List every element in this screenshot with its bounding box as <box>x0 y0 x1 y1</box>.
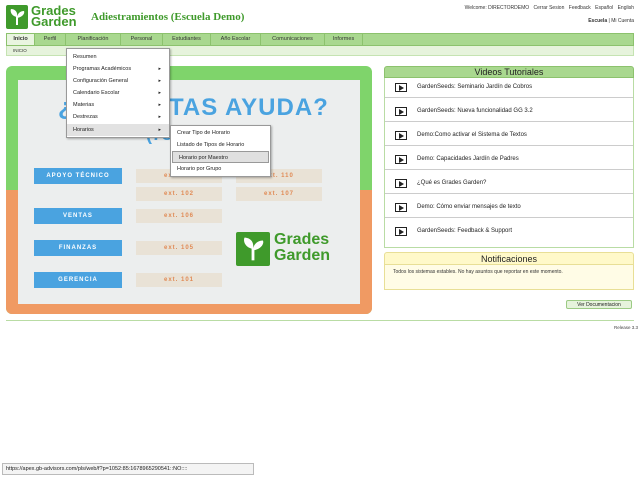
videos-list: GardenSeeds: Seminario Jardín de Cobros … <box>384 78 634 248</box>
video-label[interactable]: GardenSeeds: Feedback & Support <box>417 228 512 234</box>
video-item[interactable]: GardenSeeds: Nueva funcionalidad GG 3.2 <box>385 102 633 122</box>
submenu-arrow-icon: ▸ <box>158 66 161 72</box>
banner-sprout-icon <box>236 232 270 266</box>
context-separator: | <box>608 18 610 24</box>
welcome-text: Welcome: DIRECTORDEMO <box>464 5 530 11</box>
nav-comunicaciones[interactable]: Comunicaciones <box>261 34 325 45</box>
grades-garden-logo[interactable]: Grades Garden <box>6 4 84 31</box>
menu-item-label: Destrezas <box>73 114 98 120</box>
menu-item-label: Calendario Escolar <box>73 90 120 96</box>
menu-item-materias[interactable]: Materias ▸ <box>67 99 169 111</box>
video-item[interactable]: GardenSeeds: Seminario Jardín de Cobros <box>385 78 633 98</box>
video-item[interactable]: GardenSeeds: Feedback & Support <box>385 222 633 242</box>
submenu-arrow-icon: ▸ <box>158 127 161 133</box>
video-play-icon <box>395 155 407 164</box>
status-bar-url: https://apex.gb-advisors.com/pls/web/f?p… <box>2 463 254 475</box>
context-switch: Escuela | Mi Cuenta <box>588 18 634 24</box>
video-label[interactable]: ¿Qué es Grades Garden? <box>417 180 486 186</box>
nav-informes[interactable]: Informes <box>325 34 363 45</box>
submenu-arrow-icon: ▸ <box>158 90 161 96</box>
submenu-arrow-icon: ▸ <box>158 114 161 120</box>
submenu-arrow-icon: ▸ <box>158 102 161 108</box>
notifications-panel: Todos los sistemas estables. No hay asun… <box>384 265 634 290</box>
banner-word-1: Grades <box>274 231 330 248</box>
spanish-link[interactable]: Español <box>595 5 613 11</box>
breadcrumb-inicio[interactable]: INICIO <box>13 48 27 53</box>
view-docs-button[interactable]: Ver Documentacion <box>566 300 632 309</box>
video-label[interactable]: Demo: Cómo enviar mensajes de texto <box>417 204 521 210</box>
submenu-horario-grupo[interactable]: Horario por Grupo <box>171 163 270 175</box>
video-play-icon <box>395 203 407 212</box>
my-account-link[interactable]: Mi Cuenta <box>611 18 634 24</box>
ext-apoyo-3: ext. 102 <box>136 187 222 201</box>
nav-perfil[interactable]: Perfil <box>35 34 66 45</box>
menu-item-destrezas[interactable]: Destrezas ▸ <box>67 111 169 123</box>
logout-link[interactable]: Cerrar Sesion <box>534 5 565 11</box>
video-play-icon <box>395 83 407 92</box>
menu-item-resumen[interactable]: Resumen <box>67 51 169 63</box>
sprout-icon <box>6 5 28 29</box>
nav-estudiantes[interactable]: Estudiantes <box>163 34 211 45</box>
main-nav: Inicio Perfil Planificación Personal Est… <box>6 33 634 46</box>
footer-divider <box>6 320 634 321</box>
app-title: Adiestramientos (Escuela Demo) <box>91 11 245 23</box>
feedback-link[interactable]: Feedback <box>569 5 591 11</box>
planificacion-menu: Resumen Programas Académicos ▸ Configurac… <box>66 48 170 138</box>
release-version: Release 3.3 <box>613 325 638 330</box>
ext-apoyo-4: ext. 107 <box>236 187 322 201</box>
video-item[interactable]: Demo:Como activar el Sistema de Textos <box>385 126 633 146</box>
submenu-arrow-icon: ▸ <box>158 78 161 84</box>
menu-item-calendario[interactable]: Calendario Escolar ▸ <box>67 87 169 99</box>
logo-wordmark: Grades Garden <box>31 4 77 29</box>
video-play-icon <box>395 107 407 116</box>
notification-message: Todos los sistemas estables. No hay asun… <box>393 269 563 275</box>
submenu-crear-tipo[interactable]: Crear Tipo de Horario <box>171 127 270 139</box>
menu-item-label: Configuración General <box>73 78 129 84</box>
menu-item-label: Materias <box>73 102 95 108</box>
help-banner: ¿NECESITAS AYUDA? (787) APOYO TÉCNICO ex… <box>6 66 372 314</box>
video-play-icon <box>395 227 407 236</box>
video-play-icon <box>395 131 407 140</box>
horarios-submenu: Crear Tipo de Horario Listado de Tipos d… <box>170 125 271 177</box>
banner-logo: Grades Garden <box>236 232 346 266</box>
submenu-horario-maestro[interactable]: Horario por Maestro <box>172 151 269 163</box>
nav-personal[interactable]: Personal <box>121 34 163 45</box>
video-label[interactable]: GardenSeeds: Seminario Jardín de Cobros <box>417 84 532 90</box>
logo-word-2: Garden <box>31 14 77 29</box>
dept-finanzas: FINANZAS <box>34 240 122 256</box>
banner-sprout-svg <box>244 237 264 261</box>
video-label[interactable]: GardenSeeds: Nueva funcionalidad GG 3.2 <box>417 108 533 114</box>
ext-ventas: ext. 106 <box>136 209 222 223</box>
ext-gerencia: ext. 101 <box>136 273 222 287</box>
context-current[interactable]: Escuela <box>588 18 607 24</box>
sprout-svg <box>10 9 25 25</box>
video-label[interactable]: Demo: Capacidades Jardín de Padres <box>417 156 519 162</box>
menu-item-label: Programas Académicos <box>73 66 132 72</box>
video-item[interactable]: Demo: Cómo enviar mensajes de texto <box>385 198 633 218</box>
english-link[interactable]: English <box>618 5 634 11</box>
nav-inicio[interactable]: Inicio <box>7 34 35 45</box>
menu-item-configuracion[interactable]: Configuración General ▸ <box>67 75 169 87</box>
ext-finanzas: ext. 105 <box>136 241 222 255</box>
nav-planificacion[interactable]: Planificación <box>66 34 121 45</box>
banner-wordmark: Grades Garden <box>274 232 330 264</box>
dept-ventas: VENTAS <box>34 208 122 224</box>
menu-item-programas[interactable]: Programas Académicos ▸ <box>67 63 169 75</box>
video-item[interactable]: Demo: Capacidades Jardín de Padres <box>385 150 633 170</box>
dept-apoyo-tecnico: APOYO TÉCNICO <box>34 168 122 184</box>
nav-ano-escolar[interactable]: Año Escolar <box>211 34 261 45</box>
video-item[interactable]: ¿Qué es Grades Garden? <box>385 174 633 194</box>
top-links: Welcome: DIRECTORDEMO Cerrar Sesion Feed… <box>462 5 634 11</box>
dept-gerencia: GERENCIA <box>34 272 122 288</box>
menu-item-label: Resumen <box>73 54 97 60</box>
menu-item-horarios[interactable]: Horarios ▸ <box>67 124 169 136</box>
banner-word-2: Garden <box>274 247 331 264</box>
video-play-icon <box>395 179 407 188</box>
menu-item-label: Horarios <box>73 127 94 133</box>
notifications-title: Notificaciones <box>384 252 634 265</box>
submenu-listado-tipos[interactable]: Listado de Tipos de Horario <box>171 139 270 151</box>
video-label[interactable]: Demo:Como activar el Sistema de Textos <box>417 132 527 138</box>
videos-title: Videos Tutoriales <box>384 66 634 78</box>
